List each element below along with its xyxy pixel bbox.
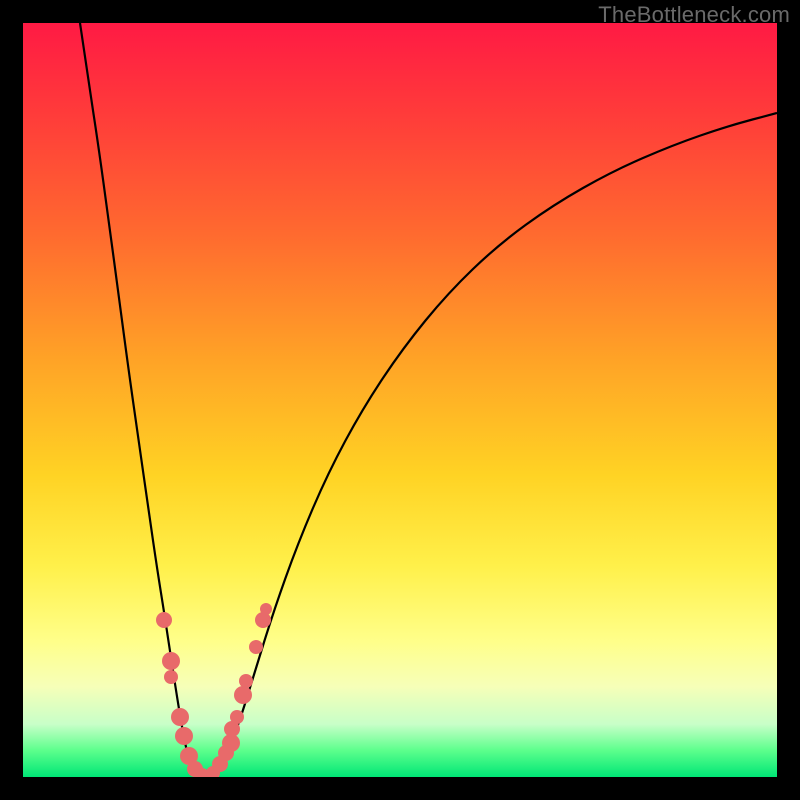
curve-left bbox=[80, 23, 201, 777]
data-point bbox=[175, 727, 193, 745]
bottleneck-curve bbox=[23, 23, 777, 777]
data-point bbox=[156, 612, 172, 628]
data-point bbox=[260, 603, 272, 615]
data-point bbox=[249, 640, 263, 654]
watermark-text: TheBottleneck.com bbox=[598, 2, 790, 28]
data-markers bbox=[156, 603, 272, 777]
data-point bbox=[171, 708, 189, 726]
data-point bbox=[164, 670, 178, 684]
data-point bbox=[230, 710, 244, 724]
plot-area bbox=[23, 23, 777, 777]
data-point bbox=[162, 652, 180, 670]
curve-right bbox=[201, 113, 777, 777]
chart-frame: TheBottleneck.com bbox=[0, 0, 800, 800]
data-point bbox=[239, 674, 253, 688]
data-point bbox=[234, 686, 252, 704]
